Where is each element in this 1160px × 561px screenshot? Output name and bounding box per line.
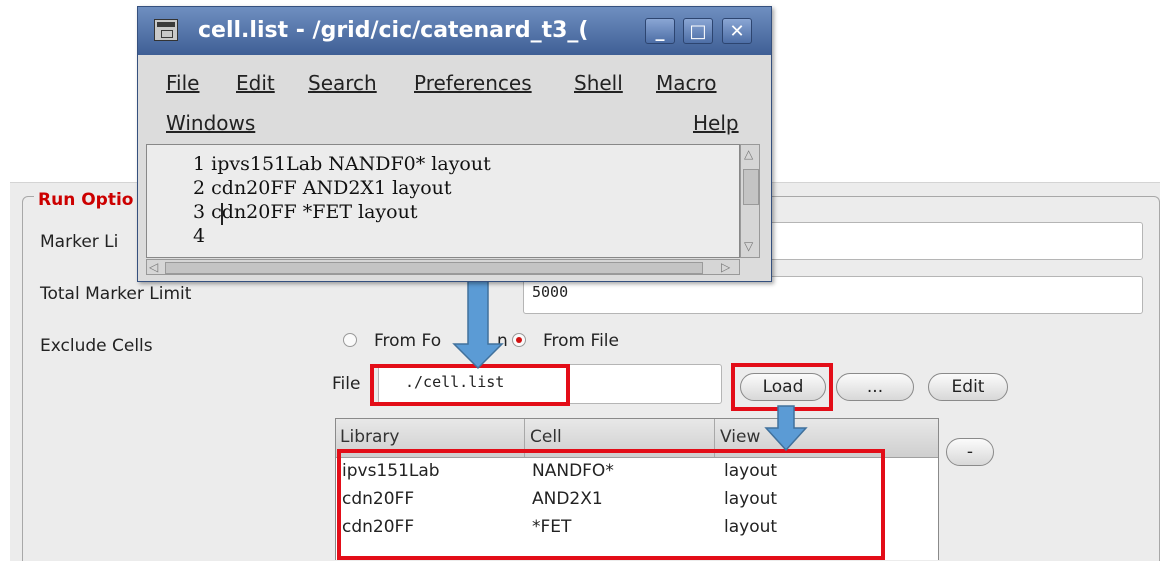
menu-preferences[interactable]: Preferences bbox=[414, 71, 532, 95]
maximize-icon[interactable]: □ bbox=[683, 18, 713, 44]
edit-button[interactable]: Edit bbox=[928, 373, 1008, 401]
column-header-cell[interactable]: Cell bbox=[530, 427, 562, 447]
line-text: cdn20FF AND2X1 layout bbox=[211, 177, 452, 199]
menu-search[interactable]: Search bbox=[308, 71, 377, 95]
from-file-radio[interactable] bbox=[512, 333, 526, 347]
menu-label: Search bbox=[308, 71, 377, 95]
menu-label: Macro bbox=[656, 71, 717, 95]
line-text: cdn20FF *FET layout bbox=[211, 201, 418, 223]
menu-label: Help bbox=[693, 111, 739, 135]
menu-label: Windows bbox=[166, 111, 256, 135]
menu-shell[interactable]: Shell bbox=[574, 71, 623, 95]
down-arrow bbox=[764, 405, 808, 452]
line-text: ipvs151Lab NANDF0* layout bbox=[211, 153, 491, 175]
line-number: 3 bbox=[193, 201, 206, 223]
editor-window: cell.list - /grid/cic/catenard_t3_( _ □ … bbox=[137, 6, 772, 282]
window-icon[interactable] bbox=[154, 19, 178, 41]
scroll-thumb[interactable] bbox=[743, 169, 759, 205]
horizontal-scrollbar[interactable]: ◁ ▷ bbox=[146, 259, 740, 275]
line-number: 1 bbox=[193, 153, 206, 175]
editor-line: 1 ipvs151Lab NANDF0* layout bbox=[193, 153, 491, 175]
exclude-cells-label: Exclude Cells bbox=[40, 336, 153, 356]
scroll-up-icon[interactable]: △ bbox=[744, 147, 753, 161]
file-highlight-box bbox=[370, 364, 570, 406]
scroll-thumb[interactable] bbox=[165, 262, 703, 274]
window-title: cell.list - /grid/cic/catenard_t3_( bbox=[198, 18, 589, 43]
file-label: File bbox=[332, 374, 361, 394]
menu-edit[interactable]: Edit bbox=[236, 71, 275, 95]
menu-file[interactable]: File bbox=[166, 71, 199, 95]
editor-line: 3 cdn20FF *FET layout bbox=[193, 201, 417, 223]
remove-row-button[interactable]: - bbox=[946, 438, 994, 466]
vertical-scrollbar[interactable]: △ ▽ bbox=[740, 144, 760, 258]
column-header-library[interactable]: Library bbox=[340, 427, 399, 447]
table-highlight-box bbox=[337, 449, 885, 560]
title-bar[interactable]: cell.list - /grid/cic/catenard_t3_( _ □ … bbox=[138, 7, 771, 55]
minimize-icon[interactable]: _ bbox=[645, 18, 675, 44]
menu-windows[interactable]: Windows bbox=[166, 111, 255, 135]
line-number: 2 bbox=[193, 177, 206, 199]
editor-line: 4 bbox=[193, 225, 211, 247]
total-marker-limit-label: Total Marker Limit bbox=[40, 284, 192, 304]
text-editor-area[interactable]: 1 ipvs151Lab NANDF0* layout 2 cdn20FF AN… bbox=[146, 144, 740, 258]
marker-limit-label: Marker Li bbox=[40, 232, 119, 252]
from-form-radio[interactable] bbox=[343, 333, 357, 347]
menu-help[interactable]: Help bbox=[693, 111, 739, 135]
menu-label: File bbox=[166, 71, 200, 95]
from-form-label: From Fo bbox=[374, 331, 442, 351]
line-number: 4 bbox=[193, 225, 206, 247]
from-file-label: From File bbox=[543, 331, 619, 351]
menu-bar: File Edit Search Preferences Shell Macro… bbox=[138, 55, 771, 145]
scroll-left-icon[interactable]: ◁ bbox=[149, 260, 158, 274]
scroll-right-icon[interactable]: ▷ bbox=[721, 260, 730, 274]
close-icon[interactable]: ✕ bbox=[722, 18, 752, 44]
editor-line: 2 cdn20FF AND2X1 layout bbox=[193, 177, 452, 199]
browse-button[interactable]: ... bbox=[836, 373, 914, 401]
menu-label: Preferences bbox=[414, 71, 532, 95]
column-header-view[interactable]: View bbox=[720, 427, 760, 447]
run-options-title: Run Optio bbox=[34, 190, 138, 210]
text-cursor bbox=[221, 203, 223, 225]
menu-label: Edit bbox=[236, 71, 275, 95]
menu-label: Shell bbox=[574, 71, 623, 95]
menu-macro[interactable]: Macro bbox=[656, 71, 717, 95]
scroll-down-icon[interactable]: ▽ bbox=[744, 239, 753, 253]
